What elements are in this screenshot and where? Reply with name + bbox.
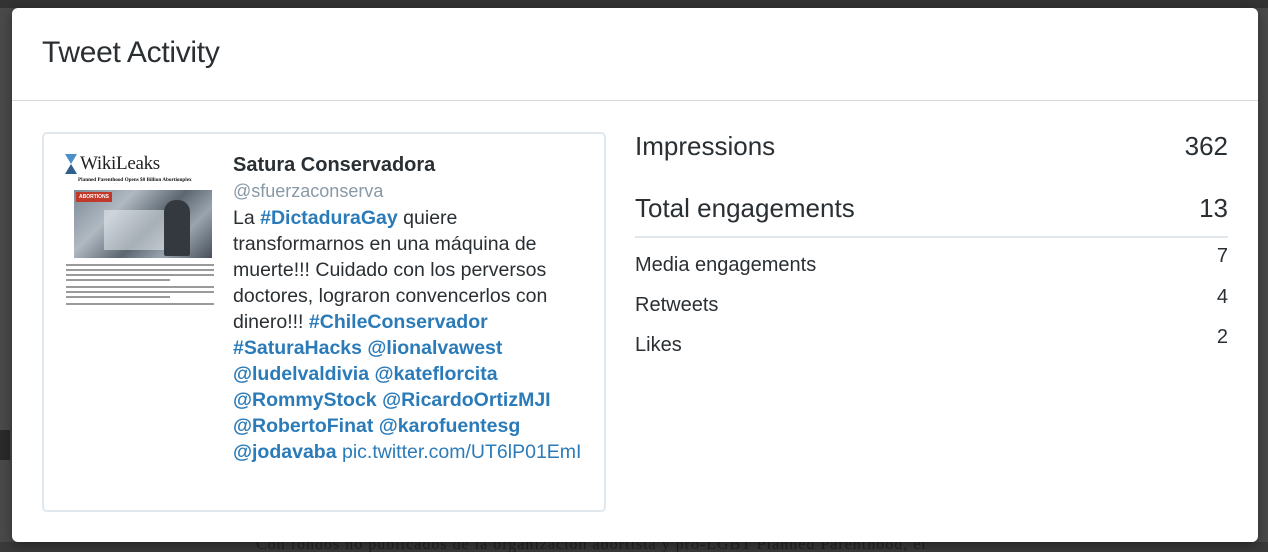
mention-link[interactable]: @lionalvawest xyxy=(367,337,502,359)
tweet-author-handle[interactable]: @sfuerzaconserva xyxy=(233,178,593,204)
engagements-value: 13 xyxy=(1199,192,1228,223)
mention-link[interactable]: @RommyStock xyxy=(233,389,377,411)
thumbnail-headline: Planned Parenthood Opens $8 Billion Abor… xyxy=(78,177,192,183)
wikileaks-logo-text: WikiLeaks xyxy=(80,153,160,174)
tweet-text-prefix: La xyxy=(233,207,261,229)
background-left-glyph xyxy=(0,430,10,460)
mention-link[interactable]: @jodavaba xyxy=(233,441,337,463)
metric-label: Likes xyxy=(635,334,682,356)
metric-value: 4 xyxy=(1216,286,1228,308)
thumbnail-badge: ABORTIONS xyxy=(76,192,112,202)
engagements-row: Total engagements 13 xyxy=(635,190,1228,226)
hourglass-icon xyxy=(64,153,78,175)
wikileaks-logo: WikiLeaks xyxy=(62,152,218,176)
hashtag-link[interactable]: #ChileConservador xyxy=(309,311,488,333)
impressions-value: 362 xyxy=(1184,130,1228,161)
impressions-row: Impressions 362 xyxy=(635,128,1228,164)
mention-link[interactable]: @ludelvaldivia xyxy=(233,363,369,385)
tweet-activity-modal: Tweet Activity WikiLeaks Planned Parenth… xyxy=(12,8,1258,542)
thumbnail-article-text xyxy=(66,264,214,306)
mention-link[interactable]: @kateflorcita xyxy=(374,363,497,385)
mention-link[interactable]: @karofuentesg xyxy=(379,415,520,437)
metric-value: 2 xyxy=(1216,326,1228,348)
hashtag-link[interactable]: #SaturaHacks xyxy=(233,337,362,359)
metrics-panel: Impressions 362 Total engagements 13 Med… xyxy=(635,128,1228,358)
tweet-text: La #DictaduraGay quiere transformarnos e… xyxy=(233,205,593,465)
mention-link[interactable]: @RobertoFinat xyxy=(233,415,373,437)
tweet-author-name[interactable]: Satura Conservadora xyxy=(233,152,593,178)
metric-value: 7 xyxy=(1216,245,1228,267)
modal-header: Tweet Activity xyxy=(12,8,1258,101)
hashtag-link[interactable]: #DictaduraGay xyxy=(260,207,398,229)
metric-label: Media engagements xyxy=(635,254,817,276)
tweet-card[interactable]: WikiLeaks Planned Parenthood Opens $8 Bi… xyxy=(42,132,606,512)
metric-row-media-engagements: Media engagements 7 xyxy=(635,238,1228,278)
pic-link[interactable]: pic.twitter.com/UT6lP01EmI xyxy=(342,441,581,463)
metric-row-likes: Likes 2 xyxy=(635,318,1228,358)
metric-label: Retweets xyxy=(635,294,719,316)
thumbnail-photo: ABORTIONS xyxy=(74,190,212,258)
background-top-strip xyxy=(0,0,1268,8)
tweet-media-thumbnail[interactable]: WikiLeaks Planned Parenthood Opens $8 Bi… xyxy=(62,152,218,306)
modal-title: Tweet Activity xyxy=(42,36,220,69)
metric-row-retweets: Retweets 4 xyxy=(635,278,1228,318)
tweet-body: Satura Conservadora @sfuerzaconserva La … xyxy=(233,152,593,465)
engagements-label: Total engagements xyxy=(635,192,855,223)
mention-link[interactable]: @RicardoOrtizMJI xyxy=(382,389,551,411)
impressions-label: Impressions xyxy=(635,130,776,161)
